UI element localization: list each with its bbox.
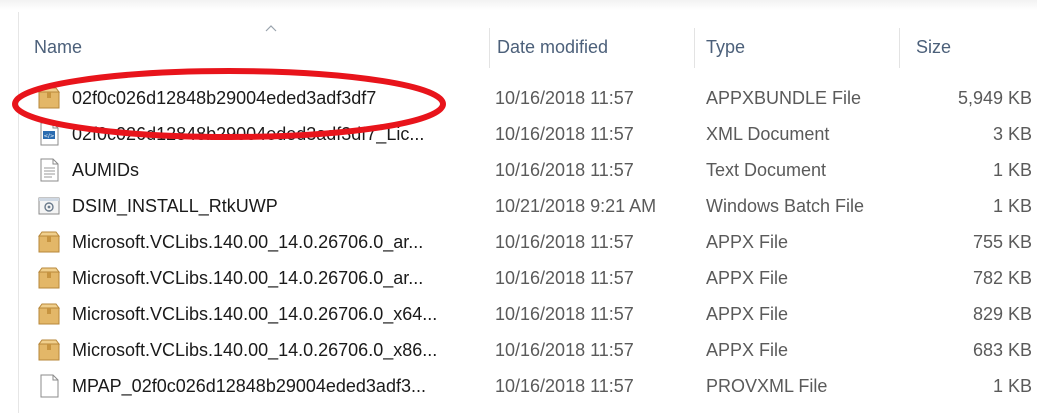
file-name: Microsoft.VCLibs.140.00_14.0.26706.0_ar.… [72,268,424,288]
column-separator[interactable] [489,28,490,68]
file-size: 5,949 KB [957,88,1032,108]
file-size: 683 KB [972,340,1032,360]
column-header-size[interactable]: Size [916,22,1026,68]
file-date-modified: 10/16/2018 11:57 [495,232,634,252]
package-icon [38,338,60,362]
file-date-modified: 10/16/2018 11:57 [495,304,634,324]
file-type: APPX File [706,304,789,324]
file-name: 02f0c026d12848b29004eded3adf3df7 [72,88,377,108]
file-type: Text Document [706,160,827,180]
navigation-pane-divider [18,12,19,413]
file-type: PROVXML File [706,376,828,396]
file-size: 1 KB [992,160,1032,180]
file-size: 782 KB [972,268,1032,288]
file-name: Microsoft.VCLibs.140.00_14.0.26706.0_x86… [72,340,438,360]
file-date-modified: 10/16/2018 11:57 [495,88,634,108]
file-date-modified: 10/16/2018 11:57 [495,124,634,144]
file-name: AUMIDs [72,160,139,180]
file-row[interactable]: AUMIDs 10/16/2018 11:57 Text Document 1 KB [20,152,1037,188]
package-icon [38,230,60,254]
file-type: APPX File [706,232,789,252]
file-type: APPX File [706,268,789,288]
file-date-modified: 10/16/2018 11:57 [495,160,634,180]
file-size: 1 KB [992,376,1032,396]
file-size: 755 KB [972,232,1032,252]
file-row[interactable]: DSIM_INSTALL_RtkUWP 10/21/2018 9:21 AM Win… [20,188,1037,224]
package-icon [38,266,60,290]
package-icon [38,86,60,110]
file-date-modified: 10/21/2018 9:21 AM [495,196,657,216]
file-size: 3 KB [992,124,1032,144]
svg-text:</>: </> [43,134,54,140]
file-row[interactable]: </> 02f0c026d12848b29004eded3adf3df7_Lic.… [20,116,1037,152]
file-name: MPAP_02f0c026d12848b29004eded3adf3... [72,376,426,396]
file-row[interactable]: Microsoft.VCLibs.140.00_14.0.26706.0_x64… [20,296,1037,332]
file-date-modified: 10/16/2018 11:57 [495,376,634,396]
file-size: 1 KB [992,196,1032,216]
window-top-edge [0,0,1037,10]
column-header-name[interactable]: Name [34,22,494,68]
file-name: DSIM_INSTALL_RtkUWP [72,196,278,216]
text-document-icon [38,158,60,182]
column-header-type[interactable]: Type [706,22,896,68]
file-name: Microsoft.VCLibs.140.00_14.0.26706.0_x64… [72,304,438,324]
file-name: Microsoft.VCLibs.140.00_14.0.26706.0_ar.… [72,232,424,252]
blank-document-icon [38,374,60,398]
batch-file-icon [38,194,60,218]
file-row[interactable]: Microsoft.VCLibs.140.00_14.0.26706.0_ar.… [20,260,1037,296]
file-row[interactable]: Microsoft.VCLibs.140.00_14.0.26706.0_x86… [20,332,1037,368]
file-type: Windows Batch File [706,196,865,216]
file-date-modified: 10/16/2018 11:57 [495,340,634,360]
file-list: 02f0c026d12848b29004eded3adf3df7 10/16/20… [20,80,1037,404]
file-date-modified: 10/16/2018 11:57 [495,268,634,288]
file-row[interactable]: MPAP_02f0c026d12848b29004eded3adf3... 10/… [20,368,1037,404]
file-name: 02f0c026d12848b29004eded3adf3df7_Lic... [72,124,425,144]
file-type: APPX File [706,340,789,360]
file-type: XML Document [706,124,830,144]
package-icon [38,302,60,326]
file-type: APPXBUNDLE File [706,88,862,108]
file-row[interactable]: 02f0c026d12848b29004eded3adf3df7 10/16/20… [20,80,1037,116]
column-separator[interactable] [899,28,900,68]
file-row[interactable]: Microsoft.VCLibs.140.00_14.0.26706.0_ar.… [20,224,1037,260]
column-header-date-modified[interactable]: Date modified [497,22,687,68]
column-separator[interactable] [694,28,695,68]
file-size: 829 KB [972,304,1032,324]
column-header-bar: Name Date modified Type Size [20,22,1037,68]
xml-document-icon: </> [38,122,60,146]
